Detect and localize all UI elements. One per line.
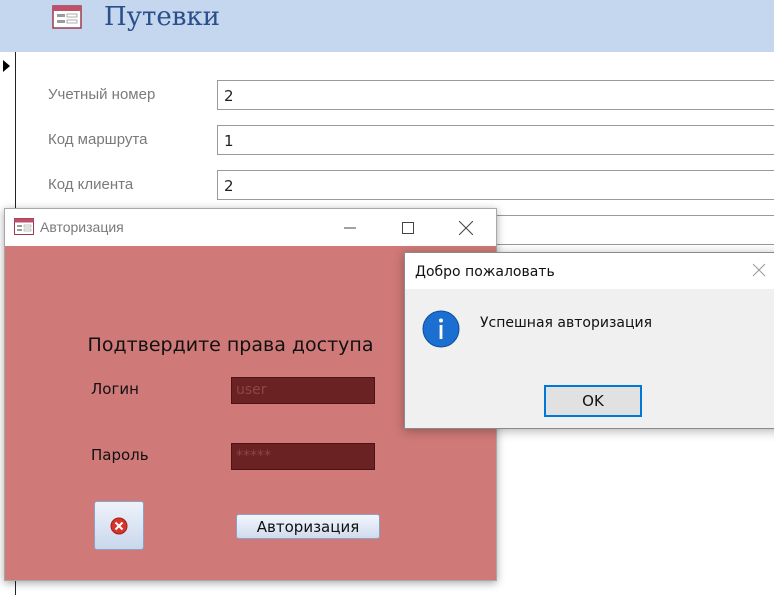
form-icon: [52, 5, 82, 29]
route-code-field[interactable]: 1: [217, 125, 774, 155]
login-label: Логин: [91, 380, 139, 398]
current-record-arrow-icon: [3, 60, 10, 72]
account-number-field[interactable]: 2: [217, 80, 774, 110]
close-icon[interactable]: [751, 262, 767, 278]
field-label-account-number: Учетный номер: [48, 86, 156, 103]
form-icon: [14, 218, 34, 235]
message-box-title: Добро пожаловать: [415, 264, 555, 280]
auth-window-title: Авторизация: [40, 219, 124, 235]
cancel-button[interactable]: [94, 501, 144, 550]
info-icon: [422, 310, 460, 348]
field-label-client-code: Код клиента: [48, 176, 134, 193]
minimize-button[interactable]: [327, 209, 373, 246]
maximize-button[interactable]: [385, 209, 431, 246]
client-code-field[interactable]: 2: [217, 170, 774, 200]
auth-titlebar[interactable]: Авторизация: [5, 209, 496, 246]
authorize-button[interactable]: Авторизация: [236, 514, 380, 539]
close-icon: [459, 220, 473, 235]
password-input[interactable]: *****: [231, 443, 375, 470]
ok-button[interactable]: OK: [544, 385, 642, 417]
message-box: Добро пожаловать Успешная авторизация OK: [404, 252, 774, 429]
field-label-route-code: Код маршрута: [48, 131, 148, 148]
message-box-footer: OK: [405, 385, 774, 428]
auth-heading: Подтвердите права доступа: [87, 334, 374, 356]
message-box-body: Успешная авторизация: [405, 289, 774, 385]
form-title: Путевки: [104, 2, 220, 32]
message-text: Успешная авторизация: [480, 315, 653, 331]
message-box-titlebar[interactable]: Добро пожаловать: [405, 253, 774, 289]
minimize-icon: [344, 227, 356, 228]
close-button[interactable]: [443, 209, 489, 246]
login-input[interactable]: user: [231, 377, 375, 404]
form-header: Путевки: [0, 0, 774, 52]
cancel-icon: [110, 517, 128, 534]
maximize-icon: [402, 221, 414, 234]
password-label: Пароль: [91, 446, 149, 464]
